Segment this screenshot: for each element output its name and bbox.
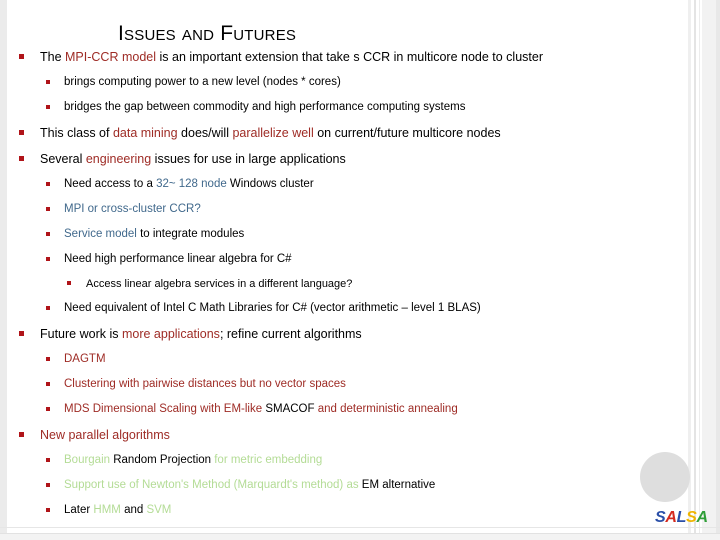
- bullet-text-run: This class of: [40, 126, 113, 140]
- bullet-new-parallel-algorithms: New parallel algorithms: [0, 422, 686, 448]
- bullet-text-run: The: [40, 50, 66, 64]
- bullet-text-run: SMACOF: [265, 403, 315, 415]
- bullet-square-icon: [46, 231, 50, 236]
- bullet-square-icon: [46, 256, 50, 261]
- bullet-text-run: does/will: [177, 126, 233, 140]
- bullet-bourgain-random-projection: Bourgain Random Projection for metric em…: [0, 448, 686, 473]
- bullet-dagtm: DAGTM: [0, 347, 686, 372]
- bullet-square-icon: [46, 206, 50, 211]
- slide-right-rule-4: [716, 0, 720, 540]
- slide-title: Issues and Futures: [118, 22, 297, 45]
- bullet-text-run: engineering: [85, 152, 152, 166]
- bullet-text-run: Support use of Newton's Method (Marquard…: [64, 479, 362, 491]
- salsa-letter: A: [665, 509, 677, 526]
- salsa-letter: L: [676, 509, 687, 526]
- bullet-service-model: Service model to integrate modules: [0, 222, 686, 247]
- bullet-text-run: 32~ 128 node: [156, 178, 227, 190]
- bullet-text-run: Several: [40, 152, 86, 166]
- bullet-text-run: is an important extension that take s CC…: [156, 50, 544, 64]
- bullet-text-run: ; refine current algorithms: [219, 327, 362, 341]
- salsa-letter: A: [696, 509, 709, 526]
- bullet-engineering-issues: Several engineering issues for use in la…: [0, 146, 686, 172]
- bullet-square-icon: [46, 482, 50, 487]
- bullet-text-run: SVM: [146, 504, 172, 516]
- bullet-text-run: to integrate modules: [136, 228, 245, 240]
- bullet-text-run: Bourgain: [64, 454, 114, 466]
- bullet-text-run: more applications: [121, 327, 220, 341]
- bullet-need-intel-c-math-libraries: Need equivalent of Intel C Math Librarie…: [0, 296, 686, 321]
- bullet-square-icon: [46, 507, 50, 512]
- salsa-letter: S: [686, 509, 697, 526]
- bullet-mpi-or-cross-cluster-ccr: MPI or cross-cluster CCR?: [0, 197, 686, 222]
- bullet-square-icon: [46, 381, 50, 386]
- bullet-text-run: DAGTM: [64, 353, 106, 365]
- salsa-logo: SALSA: [655, 509, 708, 527]
- bullet-square-icon: [19, 432, 24, 437]
- bullet-text-run: Need high performance linear algebra for…: [64, 253, 292, 265]
- bullet-text-run: brings computing power to a new level (n…: [64, 76, 341, 88]
- bullet-text-run: EM alternative: [361, 479, 436, 491]
- bullet-text-run: Clustering with pairwise distances but n…: [64, 378, 346, 390]
- bullet-text-run: Access linear algebra services in a diff…: [86, 278, 353, 290]
- bullet-text-run: Service model: [64, 228, 137, 240]
- bullet-text-run: MPI or cross-cluster CCR?: [64, 203, 201, 215]
- bullet-square-icon: [46, 457, 50, 462]
- bullet-future-work: Future work is more applications; refine…: [0, 321, 686, 347]
- salsa-letter: S: [655, 509, 666, 526]
- bullet-text-run: MPI-CCR model: [65, 50, 157, 64]
- bullet-text-run: data mining: [112, 126, 178, 140]
- slide-right-rule-2: [694, 0, 696, 540]
- slide-right-rule-3: [699, 0, 700, 540]
- bullet-text-run: deterministic annealing: [340, 403, 458, 415]
- bullet-square-icon: [67, 281, 71, 285]
- bullet-square-icon: [46, 305, 50, 310]
- bullet-need-linear-algebra-csharp: Need high performance linear algebra for…: [0, 247, 686, 272]
- bullet-text-run: bridges the gap between commodity and hi…: [64, 101, 466, 113]
- bullet-square-icon: [19, 54, 24, 59]
- slide-bottom-edge-strip: [0, 533, 720, 540]
- bullet-text-run: on current/future multicore nodes: [313, 126, 501, 140]
- slide-bottom-hairline: [0, 527, 720, 528]
- bullet-clustering-pairwise: Clustering with pairwise distances but n…: [0, 372, 686, 397]
- bullet-text-run: MDS Dimensional Scaling with EM-like: [64, 403, 266, 415]
- bullet-text-run: Future work is: [40, 327, 122, 341]
- bullet-text-run: Need access to a: [64, 178, 157, 190]
- bullet-mpi-ccr-model: The MPI-CCR model is an important extens…: [0, 44, 686, 70]
- bullet-text-run: and: [120, 504, 147, 516]
- bullet-text-run: Need equivalent of Intel C Math Librarie…: [64, 302, 481, 314]
- bullet-later-hmm-svm: Later HMM and SVM: [0, 498, 686, 523]
- bullet-text-run: Random Projection: [113, 454, 212, 466]
- bullet-bridges-the-gap: bridges the gap between commodity and hi…: [0, 95, 686, 120]
- bullet-text-run: HMM: [93, 504, 121, 516]
- bullet-square-icon: [19, 130, 24, 135]
- bullet-text-run: Later: [64, 504, 94, 516]
- bullet-text-run: parallelize well: [232, 126, 314, 140]
- bullet-square-icon: [46, 406, 50, 411]
- bullet-access-linear-algebra-services: Access linear algebra services in a diff…: [0, 272, 686, 296]
- bullet-square-icon: [46, 104, 50, 109]
- bullet-square-icon: [46, 356, 50, 361]
- bullet-newtons-method: Support use of Newton's Method (Marquard…: [0, 473, 686, 498]
- bullet-text-run: issues for use in large applications: [151, 152, 346, 166]
- bullet-brings-computing-power: brings computing power to a new level (n…: [0, 70, 686, 95]
- bullet-text-run: and: [314, 403, 341, 415]
- bullet-text-run: New parallel algorithms: [40, 428, 170, 442]
- slide-right-rule-1: [688, 0, 691, 540]
- bullet-data-mining-parallelize: This class of data mining does/will para…: [0, 120, 686, 146]
- bullet-list: The MPI-CCR model is an important extens…: [0, 44, 686, 523]
- bullet-square-icon: [19, 331, 24, 336]
- bullet-text-run: for metric embedding: [211, 454, 323, 466]
- bullet-mds-dimensional-scaling: MDS Dimensional Scaling with EM-like SMA…: [0, 397, 686, 422]
- bullet-square-icon: [46, 79, 50, 84]
- bullet-text-run: Windows cluster: [226, 178, 314, 190]
- bullet-need-windows-cluster: Need access to a 32~ 128 node Windows cl…: [0, 172, 686, 197]
- slide-canvas: Issues and Futures The MPI-CCR model is …: [0, 0, 720, 540]
- bullet-square-icon: [46, 181, 50, 186]
- bullet-square-icon: [19, 156, 24, 161]
